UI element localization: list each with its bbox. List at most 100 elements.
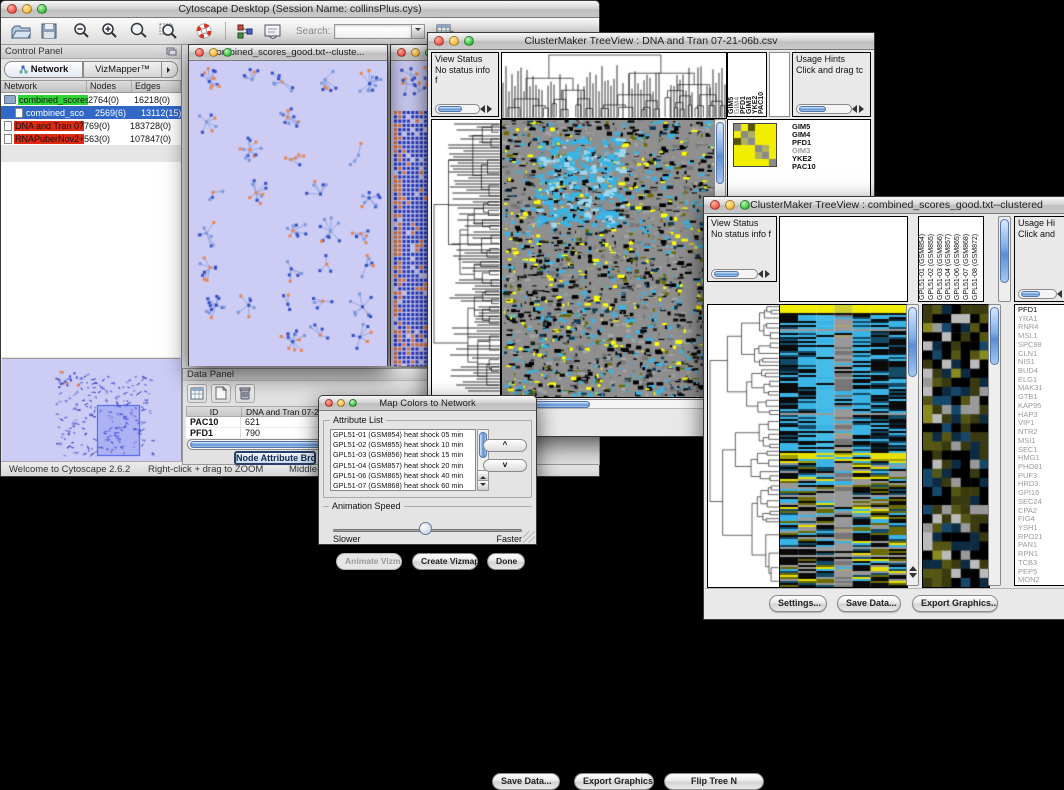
tv2-row-dendrogram[interactable] — [707, 304, 781, 588]
tv2-global-heatmap[interactable] — [779, 304, 908, 588]
tv1-action-button[interactable]: Flip Tree N — [664, 773, 764, 790]
tv2-action-button[interactable]: Save Data... — [837, 595, 901, 612]
tv1-action-button[interactable]: Export Graphics... — [574, 773, 654, 790]
close-button[interactable] — [325, 399, 333, 407]
create-vizmap-button[interactable]: Create Vizmap — [412, 553, 478, 570]
tv2-hints-scrollbar[interactable] — [1018, 289, 1057, 299]
open-file-icon[interactable] — [11, 23, 31, 39]
attribute-list-item[interactable]: GPL51-04 (GSM857) heat shock 20 min — [331, 461, 475, 471]
network-row-nodes: 2569(6) — [95, 108, 141, 118]
close-button[interactable] — [397, 48, 406, 57]
treeview1-titlebar[interactable]: ClusterMaker TreeView : DNA and Tran 07-… — [428, 33, 874, 50]
zoom-button[interactable] — [740, 200, 750, 210]
tv1-status-scrollbar[interactable] — [435, 104, 480, 114]
scroll-left-arrow[interactable] — [754, 270, 763, 278]
tv2-action-button[interactable]: Export Graphics... — [912, 595, 998, 612]
save-icon[interactable] — [41, 23, 57, 39]
tv1-zoom-matrix[interactable] — [733, 123, 777, 167]
search-input[interactable] — [334, 24, 412, 39]
zoom-selected-icon[interactable] — [159, 22, 179, 40]
minimize-button[interactable] — [337, 399, 345, 407]
help-lifesaver-icon[interactable] — [195, 22, 213, 40]
zoom-button[interactable] — [464, 36, 474, 46]
network1-canvas[interactable] — [189, 61, 387, 366]
control-panel-header: Control Panel — [1, 45, 181, 59]
dialog-titlebar[interactable]: Map Colors to Network — [319, 396, 536, 411]
tv2-labels-vscrollbar[interactable] — [998, 216, 1011, 302]
search-dropdown-arrow[interactable] — [411, 24, 425, 39]
move-down-button[interactable]: v — [483, 459, 527, 472]
scroll-right-arrow[interactable] — [765, 270, 774, 278]
tab-overflow-arrow[interactable] — [162, 61, 178, 78]
minimize-button[interactable] — [209, 48, 218, 57]
zoom-in-icon[interactable] — [101, 22, 119, 40]
network-row[interactable]: combined_sco 2569(6) 13112(15) — [1, 106, 181, 119]
attribute-list-item[interactable]: GPL51-03 (GSM856) heat shock 15 min — [331, 450, 475, 460]
delete-attribute-icon[interactable] — [235, 384, 255, 403]
tv1-column-dendrogram[interactable] — [501, 52, 727, 119]
scroll-left-arrow[interactable] — [848, 105, 857, 113]
minimize-button[interactable] — [725, 200, 735, 210]
tv2-zoom-vscrollbar[interactable] — [988, 304, 1001, 586]
attribute-table-icon[interactable] — [187, 384, 207, 403]
minimize-button[interactable] — [22, 4, 32, 14]
attribute-list-item[interactable]: GPL51-06 (GSM865) heat shock 40 min — [331, 471, 475, 481]
tv1-action-button[interactable]: Save Data... — [492, 773, 560, 790]
scroll-left-arrow[interactable] — [1053, 290, 1062, 298]
tv2-zoom-heatmap[interactable] — [922, 304, 990, 588]
network-overview-panel[interactable] — [2, 358, 180, 461]
tv2-action-button[interactable]: Settings... — [769, 595, 827, 612]
annotation-icon[interactable] — [264, 23, 282, 39]
network-overview-canvas[interactable] — [2, 359, 181, 461]
attribute-list-item[interactable]: GPL51-01 (GSM854) heat shock 05 min — [331, 430, 475, 440]
tv1-usage-hints: Usage HintsClick and drag tc — [792, 52, 871, 117]
zoom-fit-icon[interactable] — [129, 22, 149, 40]
treeview2-titlebar[interactable]: ClusterMaker TreeView : combined_scores_… — [704, 197, 1064, 214]
attribute-row-id: PFD1 — [186, 428, 241, 438]
resize-grip[interactable] — [523, 531, 535, 543]
network-row[interactable]: RNAPuberNov2+| 563(0) 107847(0) — [1, 132, 181, 145]
network-row[interactable]: DNA and Tran 07 769(0) 183728(0) — [1, 119, 181, 132]
scroll-down-button[interactable] — [478, 480, 488, 490]
tv1-row-dendrogram[interactable] — [431, 119, 501, 398]
minimize-button[interactable] — [411, 48, 420, 57]
faster-label: Faster — [496, 534, 522, 544]
tv2-button-bar: Settings... Save Data... Export Graphics..… — [705, 588, 1064, 618]
main-titlebar[interactable]: Cytoscape Desktop (Session Name: collins… — [1, 1, 599, 18]
close-button[interactable] — [710, 200, 720, 210]
done-button[interactable]: Done — [487, 553, 525, 570]
scroll-right-arrow[interactable] — [859, 105, 868, 113]
network-row[interactable]: combined_scores 2764(0) 16218(0) — [1, 93, 181, 106]
zoom-button[interactable] — [223, 48, 232, 57]
animate-vizmap-button[interactable]: Animate Vizmap — [336, 553, 402, 570]
treeview2-window: ClusterMaker TreeView : combined_scores_… — [703, 196, 1064, 620]
close-button[interactable] — [7, 4, 17, 14]
tv1-hints-scrollbar[interactable] — [796, 104, 852, 114]
zoom-button[interactable] — [349, 399, 357, 407]
network-row-name: combined_sco — [25, 108, 95, 118]
scroll-left-arrow[interactable] — [476, 105, 485, 113]
network1-titlebar[interactable]: combined_scores_good.txt--cluste... — [189, 45, 387, 61]
node-attribute-browser-tab[interactable]: Node Attribute Brows — [234, 451, 316, 465]
tv2-status-scrollbar[interactable] — [711, 269, 758, 279]
close-button[interactable] — [195, 48, 204, 57]
tv1-column-labels: GIM5GIM4PFD1GIM3YKE2PAC10 — [727, 52, 767, 117]
move-up-button[interactable]: ^ — [483, 439, 527, 452]
tv1-label-gap — [769, 52, 790, 117]
tab-network[interactable]: Network — [4, 61, 83, 78]
zoom-out-icon[interactable] — [73, 22, 91, 40]
minimize-button[interactable] — [449, 36, 459, 46]
close-button[interactable] — [434, 36, 444, 46]
tv1-view-status: View StatusNo status info f — [431, 52, 499, 117]
attribute-list-item[interactable]: GPL51-07 (GSM868) heat shock 60 min — [331, 481, 475, 491]
slider-thumb[interactable] — [419, 522, 432, 535]
new-attribute-icon[interactable] — [211, 384, 231, 403]
zoom-button[interactable] — [37, 4, 47, 14]
float-panel-icon[interactable] — [166, 47, 177, 56]
scroll-right-arrow[interactable] — [487, 105, 496, 113]
tv1-global-heatmap[interactable] — [501, 119, 715, 398]
attribute-list-item[interactable]: GPL51-02 (GSM855) heat shock 10 min — [331, 440, 475, 450]
tab-vizmapper[interactable]: VizMapper™ — [83, 61, 162, 78]
tv2-heatmap-vscrollbar[interactable] — [906, 304, 919, 586]
network-nodes-icon[interactable] — [236, 23, 254, 39]
